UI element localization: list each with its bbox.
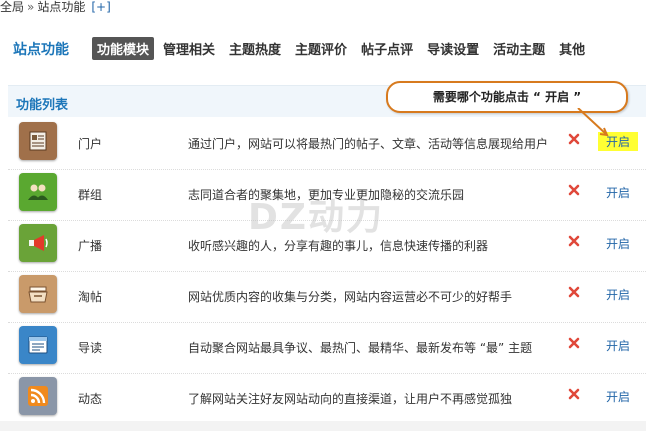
breadcrumb-root[interactable]: 全局 (0, 0, 24, 14)
tab-thread-rating[interactable]: 主题评价 (290, 37, 352, 60)
close-icon[interactable] (568, 337, 580, 349)
module-row-guide: 导读 自动聚合网站最具争议、最热门、最精华、最新发布等 “最” 主题 开启 (8, 322, 646, 374)
tab-activity[interactable]: 活动主题 (488, 37, 550, 60)
tab-modules[interactable]: 功能模块 (92, 37, 155, 60)
tab-bar: 功能模块 管理相关 主题热度 主题评价 帖子点评 导读设置 活动主题 其他 (92, 37, 594, 60)
callout-pointer-arrow (577, 108, 609, 137)
tab-guide-settings[interactable]: 导读设置 (422, 37, 484, 60)
close-icon[interactable] (568, 235, 580, 247)
module-row-collection: 淘帖 网站优质内容的收集与分类，网站内容运营必不可少的好帮手 开启 (8, 271, 646, 323)
module-description: 了解网站关注好友网站动向的直接渠道，让用户不再感觉孤独 (188, 392, 513, 406)
module-row-feed: 动态 了解网站关注好友网站动向的直接渠道，让用户不再感觉孤独 开启 (8, 373, 646, 425)
breadcrumb: 全局» 站点功能 [+] (0, 0, 111, 16)
enable-button[interactable]: 开启 (598, 285, 638, 304)
module-name: 淘帖 (78, 290, 103, 304)
section-title: 功能列表 (16, 98, 69, 113)
module-name: 门户 (78, 137, 103, 151)
breadcrumb-separator: » (27, 0, 35, 14)
close-icon[interactable] (568, 388, 580, 400)
tab-management[interactable]: 管理相关 (158, 37, 220, 60)
module-description: 志同道合者的聚集地，更加专业更加隐秘的交流乐园 (188, 188, 465, 202)
guide-icon (19, 326, 57, 364)
breadcrumb-current: 站点功能 (37, 0, 86, 14)
add-shortcut-link[interactable]: [+] (91, 0, 110, 14)
module-row-portal: 门户 通过门户，网站可以将最热门的帖子、文章、活动等信息展现给用户 开启 (8, 118, 646, 170)
module-description: 网站优质内容的收集与分类，网站内容运营必不可少的好帮手 (188, 290, 513, 304)
close-icon[interactable] (568, 286, 580, 298)
tab-thread-heat[interactable]: 主题热度 (224, 37, 286, 60)
module-description: 自动聚合网站最具争议、最热门、最精华、最新发布等 “最” 主题 (188, 341, 533, 355)
close-icon[interactable] (568, 184, 580, 196)
module-name: 群组 (78, 188, 103, 202)
module-row-broadcast: 广播 收听感兴趣的人，分享有趣的事儿，信息快速传播的利器 开启 (8, 220, 646, 272)
feed-icon (19, 377, 57, 415)
module-name: 导读 (78, 341, 103, 355)
module-name: 广播 (78, 239, 103, 253)
enable-button[interactable]: 开启 (598, 183, 638, 202)
page-title: 站点功能 (13, 42, 69, 58)
portal-icon (19, 122, 57, 160)
callout-text: 需要哪个功能点击 “ 开启 ” (432, 90, 582, 104)
header-bar: 站点功能 功能模块 管理相关 主题热度 主题评价 帖子点评 导读设置 活动主题 … (0, 16, 646, 72)
collection-icon (19, 275, 57, 313)
enable-button[interactable]: 开启 (598, 387, 638, 406)
module-name: 动态 (78, 392, 103, 406)
enable-button[interactable]: 开启 (598, 336, 638, 355)
module-description: 通过门户，网站可以将最热门的帖子、文章、活动等信息展现给用户 (188, 137, 549, 151)
tab-other[interactable]: 其他 (554, 37, 590, 60)
module-description: 收听感兴趣的人，分享有趣的事儿，信息快速传播的利器 (188, 239, 489, 253)
tab-post-comment[interactable]: 帖子点评 (356, 37, 418, 60)
enable-button[interactable]: 开启 (598, 234, 638, 253)
broadcast-icon (19, 224, 57, 262)
group-icon (19, 173, 57, 211)
bottom-strip (0, 421, 646, 431)
module-row-group: 群组 志同道合者的聚集地，更加专业更加隐秘的交流乐园 开启 (8, 169, 646, 221)
